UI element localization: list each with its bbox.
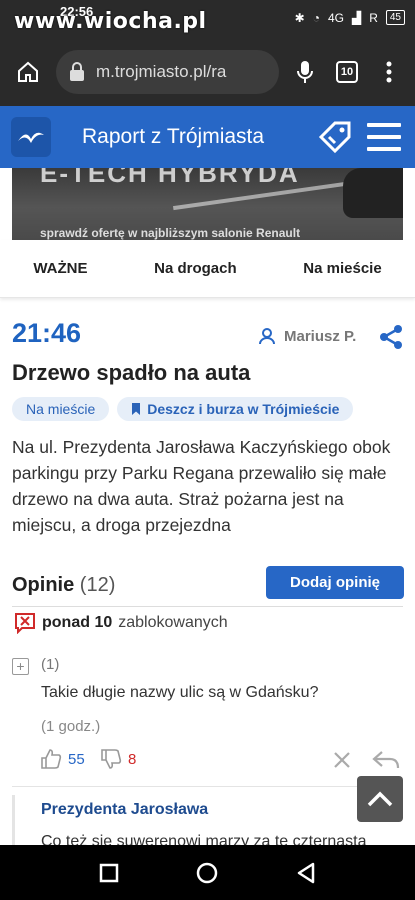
back-button[interactable] [289, 856, 323, 890]
recents-button[interactable] [92, 856, 126, 890]
comments-heading-label: Opinie [12, 574, 75, 596]
blocked-count: ponad 10 [42, 614, 113, 631]
thumb-down-icon [101, 749, 122, 769]
downvote-count: 8 [128, 750, 137, 768]
comment-age: (1 godz.) [41, 718, 101, 735]
thumb-up-icon [41, 749, 62, 769]
status-bar: 22:56 www.wiocha.pl ✱ ◔ 4G ▟ R 45 [0, 0, 415, 38]
nav-back-icon [297, 862, 315, 883]
blocked-comments-toggle[interactable]: ponad 10 zablokowanych [14, 612, 228, 634]
tab-wazne[interactable]: WAŻNE [27, 260, 93, 277]
home-button[interactable] [10, 54, 46, 90]
signal-icon: ▟ [351, 10, 362, 25]
category-tabs: WAŻNE Na drogach Na mieście [0, 240, 415, 298]
share-icon[interactable] [378, 324, 404, 350]
blocked-label: zablokowanych [118, 614, 228, 631]
system-chrome: 22:56 www.wiocha.pl ✱ ◔ 4G ▟ R 45 m.troj… [0, 0, 415, 106]
tag-chip-na-miescie[interactable]: Na mieście [12, 397, 110, 421]
tag-icon[interactable] [317, 119, 353, 155]
carrier-label: R [369, 10, 378, 25]
article-title: Drzewo spadło na auta [12, 360, 251, 385]
reply-author[interactable]: Prezydenta Jarosława [41, 801, 403, 819]
hamburger-icon[interactable] [367, 123, 401, 151]
browser-toolbar: m.trojmiasto.pl/ra 10 [0, 38, 415, 106]
divider [12, 606, 403, 607]
bookmark-icon [132, 403, 141, 415]
article-author[interactable]: Mariusz P. [258, 327, 356, 345]
site-logo[interactable] [11, 117, 51, 157]
tabs-icon: 10 [336, 61, 358, 83]
more-icon [386, 61, 392, 83]
tag-chip-burza-label: Deszcz i burza w Trójmieście [147, 401, 340, 417]
tab-switcher-button[interactable]: 10 [331, 54, 363, 90]
lock-icon [70, 62, 84, 81]
nav-recents-icon [99, 863, 119, 882]
url-bar[interactable]: m.trojmiasto.pl/ra [56, 50, 279, 94]
banner-subtext: sprawdź ofertę w najbliższym salonie Ren… [40, 226, 301, 240]
bluetooth-icon: ✱ [294, 10, 305, 25]
url-text: m.trojmiasto.pl/ra [96, 62, 227, 81]
seagull-logo-icon [18, 132, 44, 143]
article-time: 21:46 [12, 318, 82, 348]
reply-icon[interactable] [372, 750, 400, 770]
system-home-button[interactable] [190, 856, 224, 890]
mic-icon [297, 61, 313, 83]
banner-car-graphic [343, 168, 403, 218]
upvote-button[interactable]: 55 [40, 748, 85, 770]
tab-na-drogach[interactable]: Na drogach [148, 260, 243, 277]
comments-heading: Opinie (12) [12, 574, 115, 597]
blocked-icon [15, 613, 35, 634]
watermark: www.wiocha.pl [14, 9, 207, 34]
downvote-button[interactable]: 8 [100, 748, 136, 770]
browser-menu-button[interactable] [373, 54, 405, 90]
comment-text: Takie długie nazwy ulic są w Gdańsku? [41, 684, 319, 701]
site-header: Raport z Trójmiasta [0, 106, 415, 168]
upvote-count: 55 [68, 750, 85, 768]
battery-indicator: 45 [385, 10, 405, 25]
chevron-up-icon [367, 791, 393, 807]
network-label: 4G [327, 10, 344, 25]
comments-count: (12) [79, 574, 116, 596]
site-title: Raport z Trójmiasta [82, 125, 265, 148]
article-tags: Na mieście Deszcz i burza w Trójmieście [12, 397, 354, 421]
close-icon[interactable] [332, 750, 352, 770]
home-icon [18, 61, 38, 82]
banner-headline: E-TECH HYBRYDA [40, 168, 300, 188]
voice-search-button[interactable] [289, 54, 321, 90]
tab-na-miescie[interactable]: Na mieście [297, 260, 387, 277]
ad-banner[interactable]: E-TECH HYBRYDA sprawdź ofertę w najbliżs… [12, 168, 403, 240]
user-icon [259, 328, 275, 345]
comment-number: (1) [41, 656, 60, 673]
tag-chip-burza[interactable]: Deszcz i burza w Trójmieście [117, 397, 354, 421]
author-name: Mariusz P. [284, 327, 357, 345]
system-nav-bar [0, 845, 415, 900]
divider [12, 786, 403, 787]
nav-home-icon [197, 862, 218, 883]
add-opinion-button[interactable]: Dodaj opinię [266, 566, 404, 599]
status-icons: ✱ ◔ 4G ▟ R 45 [295, 10, 405, 25]
expand-icon[interactable]: + [12, 658, 29, 675]
article-body: Na ul. Prezydenta Jarosława Kaczyńskiego… [12, 437, 391, 535]
wifi-icon: ◔ [312, 10, 320, 25]
scroll-to-top-button[interactable] [357, 776, 403, 822]
